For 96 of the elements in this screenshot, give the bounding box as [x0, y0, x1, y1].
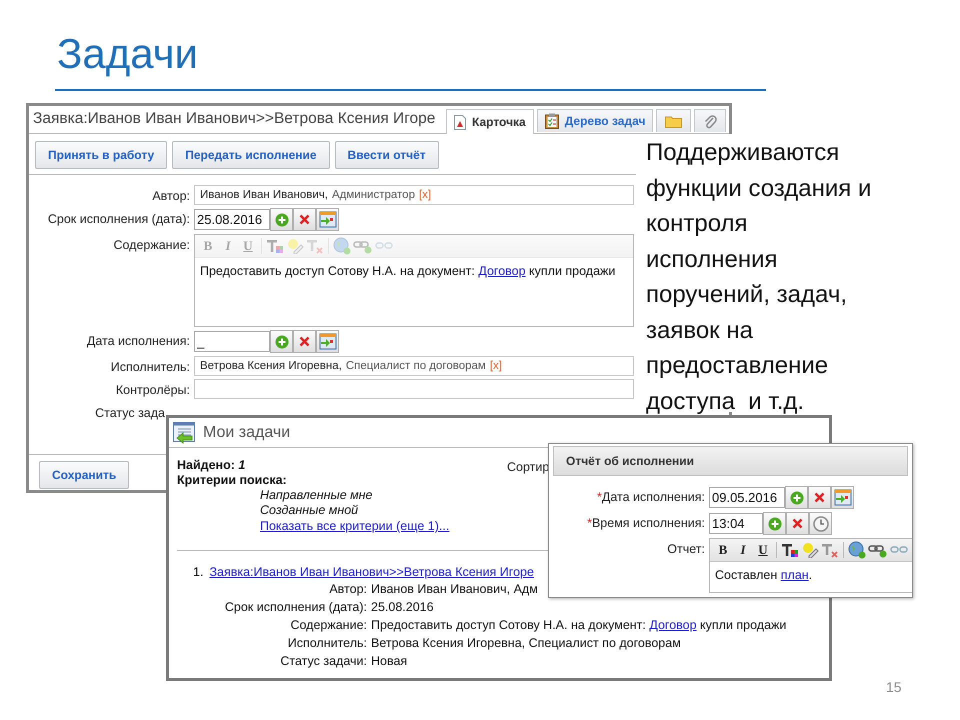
person-field[interactable]: Ветрова Ксения Игоревна, Специалист по договорам [x] — [194, 356, 634, 376]
person-role: Специалист по договорам — [346, 360, 486, 372]
calendar-icon — [834, 489, 852, 506]
editor-text: Предоставить доступ Сотову Н.А. на документ: Договор купли продажи — [200, 264, 616, 278]
show-criteria-link[interactable]: Показать все критерии (еще 1)... — [260, 519, 450, 533]
calendar-icon — [318, 333, 336, 350]
field-label: Статус задачи: — [279, 653, 367, 670]
field-label: Автор: — [152, 189, 190, 203]
found-count: Найдено: 1 — [177, 458, 246, 473]
clock-button[interactable] — [809, 512, 832, 535]
paperclip-icon — [703, 112, 718, 130]
criteria-item: Направленные мне — [260, 488, 373, 502]
field-label: Срок исполнения (дата): — [224, 599, 367, 616]
tab[interactable] — [694, 109, 726, 132]
format-button[interactable]: U — [754, 542, 772, 558]
callout-text: Поддерживаются функции создания и контроля исполнения поручений, задач, заявок на предоставление доступа и т.д. — [646, 138, 872, 416]
page-number: 15 — [886, 679, 902, 695]
text-color-icon[interactable] — [781, 542, 799, 558]
person-name: Иванов Иван Иванович, — [200, 189, 328, 201]
calendar-button[interactable] — [316, 208, 339, 231]
field-label: *Дата исполнения: — [596, 489, 705, 504]
field-value: Новая — [371, 653, 408, 670]
document-link[interactable]: план — [780, 568, 809, 582]
tab[interactable]: Дерево задач — [536, 109, 654, 132]
field-label: Исполнитель: — [110, 360, 190, 374]
add-button[interactable] — [270, 208, 293, 231]
date-field[interactable]: 25.08.2016 — [194, 209, 270, 230]
field-label: Содержание: — [289, 617, 367, 634]
plus-icon — [274, 212, 288, 226]
clear-button[interactable] — [293, 208, 316, 231]
close-icon — [814, 492, 825, 503]
folder-icon — [665, 114, 682, 128]
rich-text-editor[interactable]: B I U Составлен план. — [709, 538, 912, 593]
link-icon[interactable] — [868, 542, 888, 558]
action-button[interactable]: Принять в работу — [35, 141, 168, 169]
field-label: Статус зада — [95, 406, 165, 420]
field-label: Дата исполнения: — [86, 334, 190, 348]
field-label: Контролёры: — [116, 383, 190, 397]
close-icon — [792, 518, 803, 529]
task-link[interactable]: Заявка:Иванов Иван Иванович>>Ветрова Ксения Игоре — [209, 564, 534, 580]
format-button[interactable]: I — [734, 542, 752, 558]
time-field[interactable]: 13:04 — [709, 513, 763, 534]
close-icon — [299, 214, 310, 225]
clear-button[interactable] — [293, 330, 316, 353]
date-field[interactable]: _ — [194, 331, 270, 352]
action-button[interactable]: Ввести отчёт — [334, 141, 439, 169]
document-link[interactable]: Договор — [649, 618, 697, 632]
document-link[interactable]: Договор — [478, 264, 526, 278]
field-value: Предоставить доступ Сотову Н.А. на документ: Договор купли продажи — [371, 617, 788, 634]
criteria-item: Созданные мной — [260, 503, 358, 517]
input-field[interactable] — [194, 379, 634, 399]
editor-text: Составлен план. — [715, 568, 812, 582]
calendar-icon — [318, 211, 336, 228]
field-value: Ветрова Ксения Игоревна, Специалист по договорам — [371, 635, 682, 652]
window-title: Мои задачи — [203, 424, 290, 442]
task-list-icon — [173, 422, 197, 444]
calendar-button[interactable] — [316, 330, 339, 353]
highlighter-icon[interactable] — [801, 542, 819, 558]
clear-button[interactable] — [808, 486, 831, 509]
field-label: Исполнитель: — [286, 635, 367, 652]
field-label: *Время исполнения: — [586, 515, 705, 530]
plus-icon — [274, 334, 288, 348]
sort-label: Сортир — [507, 459, 550, 476]
person-field[interactable]: Иванов Иван Иванович, Администратор [x] — [194, 185, 634, 205]
dialog-title: Отчёт об исполнении — [566, 454, 694, 468]
add-button[interactable] — [270, 330, 293, 353]
field-label: Автор: — [328, 581, 367, 598]
calendar-button[interactable] — [831, 486, 854, 509]
action-button[interactable]: Передать исполнение — [172, 141, 330, 169]
add-button[interactable] — [785, 486, 808, 509]
clear-button[interactable] — [786, 512, 809, 535]
tab[interactable] — [656, 109, 692, 132]
field-label: Содержание: — [113, 238, 190, 252]
criteria-label: Критерии поиска: — [177, 473, 288, 488]
plus-icon — [790, 490, 804, 504]
format-button[interactable]: B — [714, 542, 732, 558]
slide-title: Задачи — [57, 30, 198, 78]
globe-icon[interactable] — [848, 541, 866, 559]
field-label: Срок исполнения (дата): — [48, 212, 190, 226]
date-field[interactable]: 09.05.2016 — [709, 487, 785, 508]
clock-icon — [812, 516, 828, 532]
close-icon — [299, 336, 310, 347]
tab[interactable]: Карточка — [446, 109, 534, 134]
window-title: Заявка:Иванов Иван Иванович>>Ветрова Ксения Игоре — [32, 110, 436, 129]
document-icon — [454, 114, 466, 130]
result-number: 1. — [193, 564, 204, 580]
person-name: Ветрова Ксения Игоревна, — [200, 360, 342, 372]
plus-icon — [768, 516, 782, 530]
field-value: Иванов Иван Иванович, Адм — [371, 581, 539, 598]
field-label: Отчет: — [666, 541, 705, 556]
field-value: 25.08.2016 — [371, 599, 435, 616]
clear-format-icon[interactable] — [821, 542, 839, 558]
clipboard-icon — [544, 113, 559, 129]
add-button[interactable] — [763, 512, 786, 535]
person-role: Администратор — [332, 189, 415, 201]
save-button[interactable]: Сохранить — [39, 461, 130, 489]
